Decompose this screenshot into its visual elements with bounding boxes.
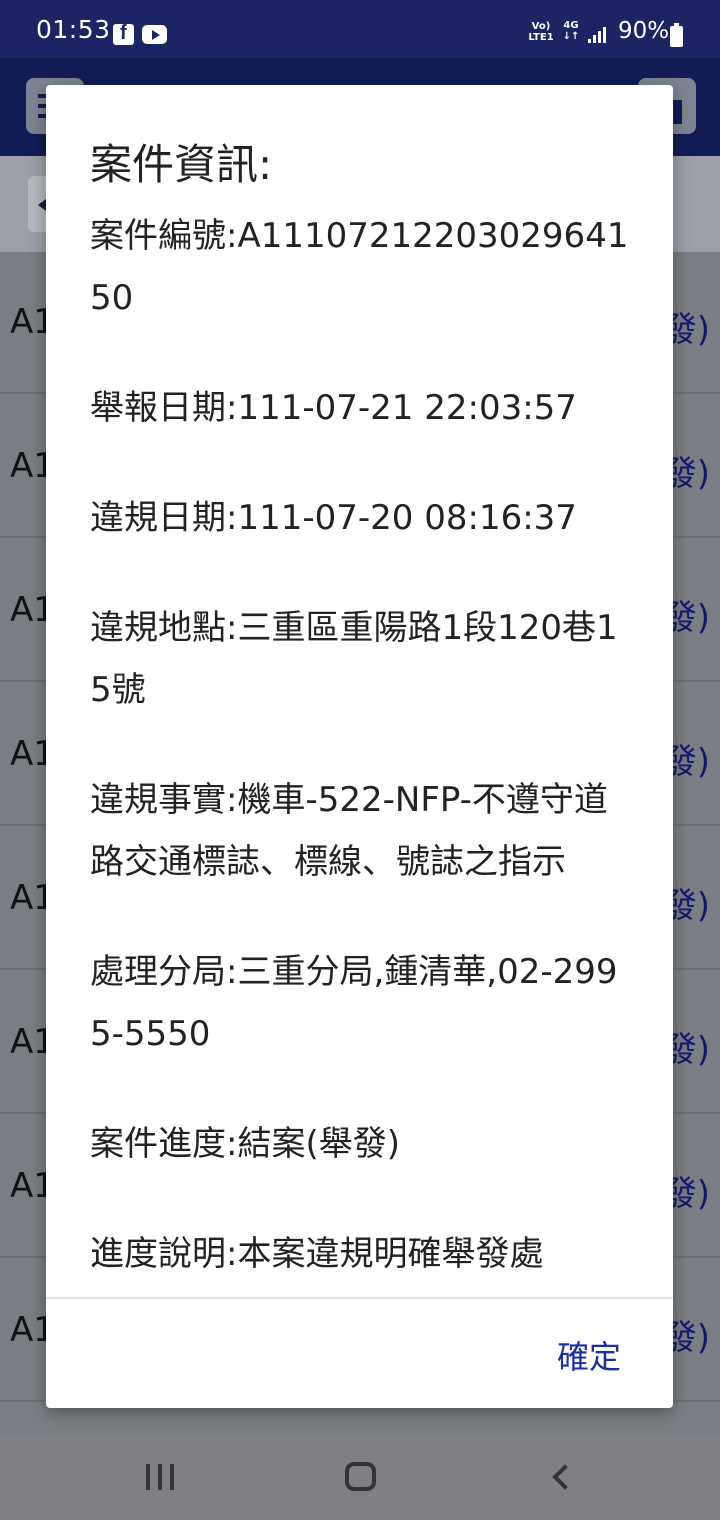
network-label-top: 4G (563, 20, 579, 31)
handling-branch-field: 處理分局:三重分局,鍾清華,02-2995-5550 (90, 952, 618, 1054)
network-type-icon: 4G ↓↑ (561, 20, 581, 42)
volte-label-top: Vo) (531, 21, 551, 32)
confirm-button[interactable]: 確定 (534, 1335, 644, 1379)
signal-strength-icon (588, 27, 608, 43)
status-bar: 01:53 Vo) LTE1 4G ↓↑ 90% (0, 0, 720, 58)
system-nav-bar (0, 1436, 720, 1520)
report-date-field: 舉報日期:111-07-21 22:03:57 (90, 388, 577, 428)
recents-icon[interactable] (146, 1464, 174, 1490)
network-label-bottom: ↓↑ (562, 31, 580, 42)
violation-location-field: 違規地點:三重區重陽路1段120巷15號 (90, 608, 618, 710)
home-circle-icon[interactable] (345, 1462, 376, 1491)
case-number-field: 案件編號:A1110721220302964150 (90, 216, 629, 318)
dialog-divider (46, 1297, 673, 1299)
status-time: 01:53 (36, 15, 111, 44)
progress-description-field: 進度說明:本案違規明確舉發處 (90, 1234, 544, 1274)
dialog-content[interactable]: 案件編號:A1110721220302964150 舉報日期:111-07-21… (90, 205, 638, 1297)
case-progress-field: 案件進度:結案(舉發) (90, 1124, 400, 1164)
facebook-icon (113, 22, 134, 45)
volte-icon: Vo) LTE1 (528, 21, 554, 43)
violation-date-field: 違規日期:111-07-20 08:16:37 (90, 498, 577, 538)
case-info-dialog: 案件資訊: 案件編號:A1110721220302964150 舉報日期:111… (46, 85, 673, 1408)
back-arrow-icon[interactable] (552, 1464, 578, 1490)
battery-percent: 90% (618, 18, 670, 44)
battery-icon (670, 23, 683, 47)
violation-fact-field: 違規事實:機車-522-NFP-不遵守道路交通標誌、標線、號誌之指示 (90, 780, 608, 882)
volte-label-bottom: LTE1 (528, 32, 554, 43)
youtube-icon (142, 25, 167, 44)
dialog-title: 案件資訊: (90, 140, 273, 189)
